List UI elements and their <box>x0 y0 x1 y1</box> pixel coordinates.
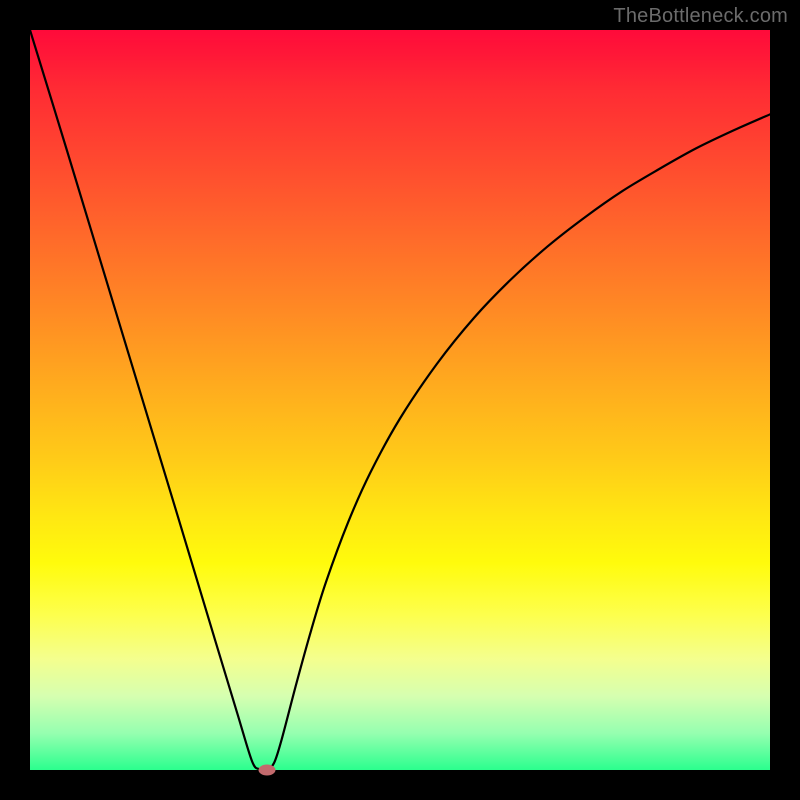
chart-frame: TheBottleneck.com <box>0 0 800 800</box>
minimum-marker <box>258 765 275 776</box>
bottleneck-curve <box>30 30 770 770</box>
plot-area <box>30 30 770 770</box>
watermark-text: TheBottleneck.com <box>613 5 788 28</box>
